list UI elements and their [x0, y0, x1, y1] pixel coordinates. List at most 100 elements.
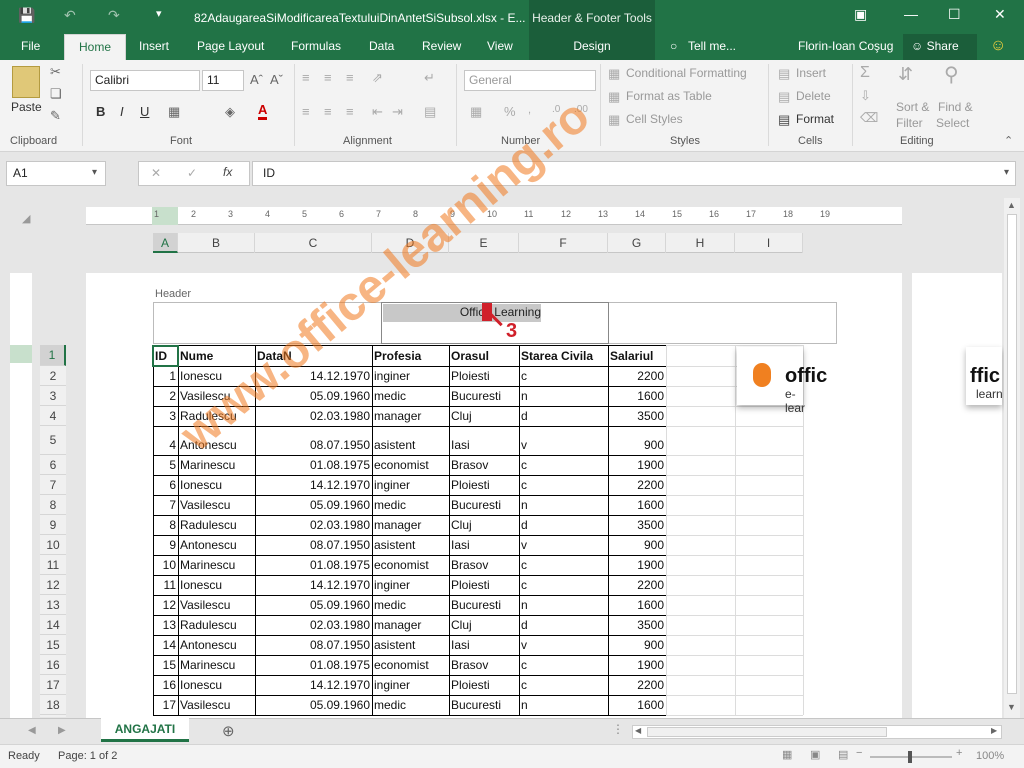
table-cell[interactable]: n: [519, 695, 608, 715]
hscroll-thumb[interactable]: [647, 727, 887, 737]
table-cell[interactable]: Ploiesti: [449, 575, 519, 595]
paste-icon[interactable]: [12, 66, 40, 98]
italic-icon[interactable]: I: [120, 104, 124, 119]
table-cell[interactable]: c: [519, 455, 608, 475]
find-select-label-2[interactable]: Select: [936, 116, 969, 130]
table-cell[interactable]: 1600: [608, 386, 666, 406]
normal-view-icon[interactable]: ▦: [782, 748, 792, 761]
table-cell[interactable]: 08.07.1950: [255, 535, 372, 555]
table-cell[interactable]: 900: [608, 635, 666, 655]
prev-sheet-icon[interactable]: ◀: [28, 725, 36, 736]
table-cell[interactable]: c: [519, 475, 608, 495]
table-cell[interactable]: Ploiesti: [449, 366, 519, 386]
row-header[interactable]: 7: [40, 475, 66, 495]
tab-file[interactable]: File: [21, 39, 40, 53]
customize-qat-icon[interactable]: ▾: [156, 7, 162, 20]
number-format-dropdown[interactable]: General: [464, 70, 596, 91]
table-cell[interactable]: 1600: [608, 695, 666, 715]
table-cell[interactable]: 1900: [608, 655, 666, 675]
table-cell[interactable]: Ionescu: [178, 675, 255, 695]
table-cell[interactable]: d: [519, 615, 608, 635]
table-cell[interactable]: Antonescu: [178, 535, 255, 555]
row-header[interactable]: 4: [40, 406, 66, 426]
table-cell[interactable]: 01.08.1975: [255, 555, 372, 575]
format-as-table-button[interactable]: Format as Table: [626, 89, 712, 103]
table-cell[interactable]: Vasilescu: [178, 695, 255, 715]
table-cell[interactable]: 05.09.1960: [255, 695, 372, 715]
table-cell[interactable]: Bucuresti: [449, 695, 519, 715]
table-cell[interactable]: 05.09.1960: [255, 495, 372, 515]
maximize-button[interactable]: ☐: [948, 6, 961, 23]
scroll-right-icon[interactable]: ▶: [991, 726, 997, 735]
table-cell[interactable]: Marinescu: [178, 555, 255, 575]
expand-formula-bar-icon[interactable]: ▾: [1004, 167, 1009, 178]
zoom-out-icon[interactable]: −: [856, 747, 862, 759]
page-break-view-icon[interactable]: ▤: [838, 748, 848, 761]
table-cell[interactable]: inginer: [372, 366, 449, 386]
sort-filter-label-1[interactable]: Sort &: [896, 100, 929, 114]
column-header-h[interactable]: H: [666, 233, 735, 253]
borders-icon[interactable]: ▦: [168, 104, 180, 120]
table-cell[interactable]: inginer: [372, 675, 449, 695]
table-cell[interactable]: 14.12.1970: [255, 475, 372, 495]
table-cell[interactable]: 14: [153, 635, 178, 655]
table-cell[interactable]: Cluj: [449, 515, 519, 535]
table-cell[interactable]: Ionescu: [178, 575, 255, 595]
tab-data[interactable]: Data: [369, 39, 394, 53]
table-cell[interactable]: v: [519, 435, 608, 455]
paste-button[interactable]: Paste: [11, 100, 42, 114]
next-sheet-icon[interactable]: ▶: [58, 725, 66, 736]
smiley-feedback-icon[interactable]: ☺: [990, 37, 1006, 55]
table-cell[interactable]: 01.08.1975: [255, 655, 372, 675]
row-header[interactable]: 17: [40, 675, 66, 695]
table-cell[interactable]: manager: [372, 615, 449, 635]
row-header[interactable]: 9: [40, 515, 66, 535]
accounting-icon[interactable]: ▦: [470, 104, 482, 120]
table-cell[interactable]: c: [519, 555, 608, 575]
tell-me-box[interactable]: Tell me...: [688, 39, 736, 53]
table-cell[interactable]: 9: [153, 535, 178, 555]
find-select-label-1[interactable]: Find &: [938, 100, 973, 114]
table-cell[interactable]: medic: [372, 495, 449, 515]
table-cell[interactable]: 2200: [608, 366, 666, 386]
row-header[interactable]: 2: [40, 366, 66, 386]
row-header[interactable]: 15: [40, 635, 66, 655]
table-cell[interactable]: Marinescu: [178, 655, 255, 675]
table-cell[interactable]: c: [519, 366, 608, 386]
column-header-a[interactable]: A: [153, 233, 178, 253]
table-cell[interactable]: Bucuresti: [449, 386, 519, 406]
bottom-align-icon[interactable]: ≡: [346, 70, 354, 85]
insert-button[interactable]: Insert: [796, 66, 826, 80]
increase-indent-icon[interactable]: ⇥: [392, 104, 403, 120]
table-cell[interactable]: 15: [153, 655, 178, 675]
conditional-formatting-button[interactable]: Conditional Formatting: [626, 66, 747, 80]
table-cell[interactable]: 900: [608, 435, 666, 455]
row-header[interactable]: 10: [40, 535, 66, 555]
table-cell[interactable]: Bucuresti: [449, 595, 519, 615]
cancel-icon[interactable]: ✕: [151, 166, 161, 180]
table-cell[interactable]: Ploiesti: [449, 475, 519, 495]
tab-view[interactable]: View: [487, 39, 513, 53]
row-header[interactable]: 1: [40, 345, 66, 366]
select-all-icon[interactable]: ◢: [22, 212, 30, 225]
table-cell[interactable]: 16: [153, 675, 178, 695]
table-cell[interactable]: manager: [372, 406, 449, 426]
table-cell[interactable]: medic: [372, 386, 449, 406]
row-header[interactable]: 13: [40, 595, 66, 615]
table-cell[interactable]: 14.12.1970: [255, 675, 372, 695]
table-cell[interactable]: 6: [153, 475, 178, 495]
fill-icon[interactable]: ⇩: [860, 88, 871, 104]
copy-icon[interactable]: ❏: [50, 86, 62, 102]
table-cell[interactable]: v: [519, 535, 608, 555]
column-header-b[interactable]: B: [178, 233, 255, 253]
table-cell[interactable]: 05.09.1960: [255, 595, 372, 615]
table-cell[interactable]: 2200: [608, 575, 666, 595]
table-cell[interactable]: 08.07.1950: [255, 635, 372, 655]
column-header-f[interactable]: F: [519, 233, 608, 253]
table-cell[interactable]: 1900: [608, 455, 666, 475]
merge-center-icon[interactable]: ▤: [424, 104, 436, 120]
table-cell[interactable]: Radulescu: [178, 615, 255, 635]
horizontal-scrollbar[interactable]: ◀ ▶: [632, 725, 1002, 739]
font-color-icon[interactable]: A: [258, 102, 268, 120]
zoom-in-icon[interactable]: +: [956, 747, 962, 759]
